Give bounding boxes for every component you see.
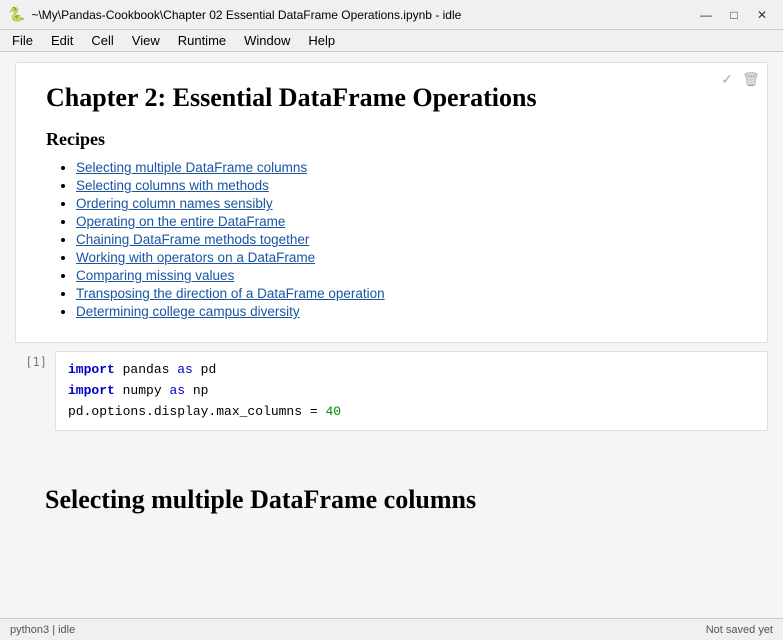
recipe-link-0[interactable]: Selecting multiple DataFrame columns (76, 160, 307, 175)
menu-item-cell[interactable]: Cell (83, 31, 121, 50)
title-bar: 🐍 ~\My\Pandas-Cookbook\Chapter 02 Essent… (0, 0, 783, 30)
recipe-item-5: Working with operators on a DataFrame (76, 250, 737, 265)
recipe-item-4: Chaining DataFrame methods together (76, 232, 737, 247)
recipe-item-1: Selecting columns with methods (76, 178, 737, 193)
code-line-3: pd.options.display.max_columns = 40 (68, 402, 755, 423)
app-icon: 🐍 (8, 6, 25, 23)
minimize-button[interactable]: — (693, 5, 719, 25)
recipe-link-7[interactable]: Transposing the direction of a DataFrame… (76, 286, 385, 301)
chapter-title: Chapter 2: Essential DataFrame Operation… (46, 83, 737, 113)
recipe-item-6: Comparing missing values (76, 268, 737, 283)
recipe-link-4[interactable]: Chaining DataFrame methods together (76, 232, 309, 247)
section-heading: Selecting multiple DataFrame columns (15, 475, 768, 525)
recipe-item-8: Determining college campus diversity (76, 304, 737, 319)
menu-item-help[interactable]: Help (300, 31, 343, 50)
recipe-link-2[interactable]: Ordering column names sensibly (76, 196, 273, 211)
menu-item-edit[interactable]: Edit (43, 31, 81, 50)
code-block[interactable]: import pandas as pd import numpy as np p… (55, 351, 768, 431)
menu-bar: FileEditCellViewRuntimeWindowHelp (0, 30, 783, 52)
recipe-link-3[interactable]: Operating on the entire DataFrame (76, 214, 285, 229)
status-left: python3 | idle (10, 624, 75, 636)
menu-item-view[interactable]: View (124, 31, 168, 50)
recipe-link-6[interactable]: Comparing missing values (76, 268, 234, 283)
recipe-item-3: Operating on the entire DataFrame (76, 214, 737, 229)
markdown-cell: ✓ 🗑 Chapter 2: Essential DataFrame Opera… (15, 62, 768, 343)
import-kw-1: import (68, 362, 115, 377)
recipe-item-7: Transposing the direction of a DataFrame… (76, 286, 737, 301)
title-bar-text: ~\My\Pandas-Cookbook\Chapter 02 Essentia… (31, 8, 461, 22)
code-line-1: import pandas as pd (68, 360, 755, 381)
status-bar: python3 | idle Not saved yet (0, 618, 783, 640)
code-cell: [1] import pandas as pd import numpy as … (15, 351, 768, 431)
code-line-2: import numpy as np (68, 381, 755, 402)
recipe-item-2: Ordering column names sensibly (76, 196, 737, 211)
recipe-link-8[interactable]: Determining college campus diversity (76, 304, 300, 319)
import-kw-2: import (68, 383, 115, 398)
cell-label: [1] (15, 351, 55, 369)
cell-delete-button[interactable]: 🗑 (741, 69, 761, 89)
notebook-content: ✓ 🗑 Chapter 2: Essential DataFrame Opera… (0, 52, 783, 618)
cell-toolbar: ✓ 🗑 (717, 69, 761, 89)
spacer (15, 439, 768, 459)
recipe-link-1[interactable]: Selecting columns with methods (76, 178, 269, 193)
recipes-heading: Recipes (46, 129, 737, 150)
recipe-list: Selecting multiple DataFrame columns Sele… (46, 160, 737, 319)
cell-check-button[interactable]: ✓ (717, 69, 737, 89)
close-button[interactable]: ✕ (749, 5, 775, 25)
recipe-item-0: Selecting multiple DataFrame columns (76, 160, 737, 175)
title-bar-controls[interactable]: — □ ✕ (693, 5, 775, 25)
recipe-link-5[interactable]: Working with operators on a DataFrame (76, 250, 315, 265)
menu-item-window[interactable]: Window (236, 31, 298, 50)
title-bar-left: 🐍 ~\My\Pandas-Cookbook\Chapter 02 Essent… (8, 6, 461, 23)
menu-item-file[interactable]: File (4, 31, 41, 50)
menu-item-runtime[interactable]: Runtime (170, 31, 234, 50)
maximize-button[interactable]: □ (721, 5, 747, 25)
status-right: Not saved yet (706, 624, 773, 636)
